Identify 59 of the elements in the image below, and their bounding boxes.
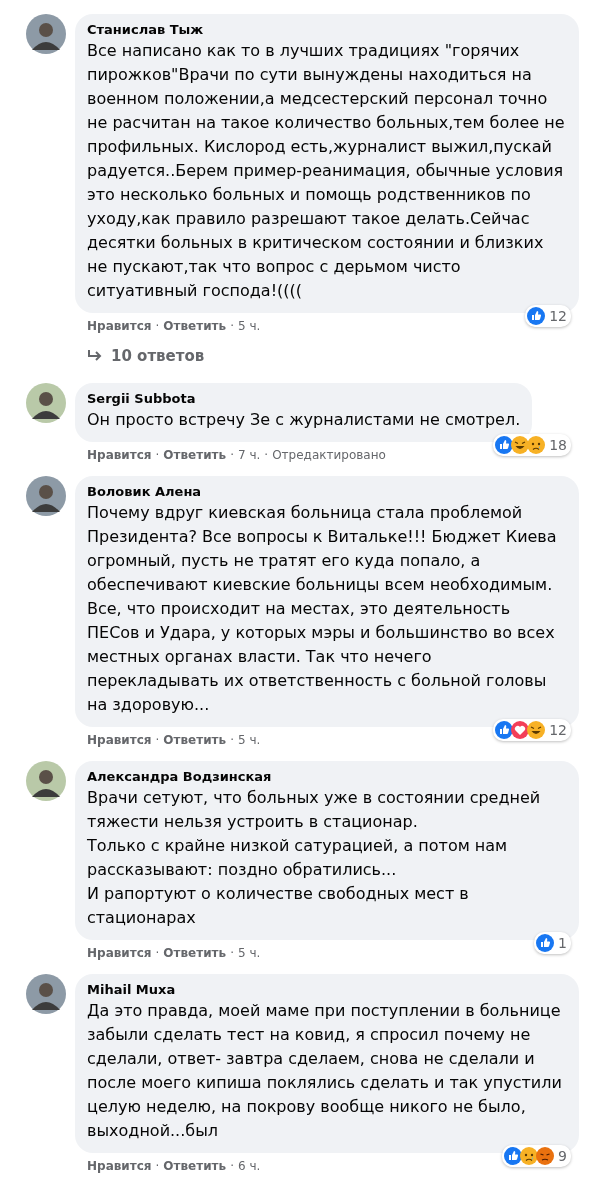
author-name[interactable]: Sergii Subbota <box>87 391 521 406</box>
reply-link[interactable]: Ответить <box>163 1159 227 1173</box>
separator-dot: · <box>230 448 234 462</box>
sad-face-icon <box>520 1147 539 1165</box>
comment-text: Почему вдруг киевская больница стала проблемой Президента? Все вопросы к Витальке!!! Бюджет Киева огромный, пусть не тратят его куда попало, а обеспечивают киевские больницы всем необходимым. Все, что происходит на местах, это деятельность ПЕСов и Удара, у которых мэры и большинство во всех местных органах власти. Так что нечего перекладывать их ответственность с больной головы на здоровую... <box>87 502 558 716</box>
separator-dot: · <box>155 319 160 333</box>
avatar[interactable] <box>26 761 66 801</box>
comment-text: Он просто встречу Зе с журналистами не смотрел. <box>87 409 521 431</box>
reply-link[interactable]: Ответить <box>163 448 227 462</box>
comment-text: Да это правда, моей маме при поступлении в больнице забыли сделать тест на ковид, я спросил почему не сделали, ответ- завтра сделаем, снова не сделали и после моего кипиша поклялись сделать и так упустили целую неделю, на покрову вообще никого не было, выходной...был <box>87 1000 563 1142</box>
timestamp[interactable]: 6 ч. <box>237 1159 261 1173</box>
reactions-badge[interactable]: 1 <box>534 932 571 954</box>
like-link[interactable]: Нравится <box>87 946 152 960</box>
thumbs-up-icon <box>495 436 514 454</box>
reply-arrow-icon <box>87 349 103 363</box>
author-name[interactable]: Воловик Алена <box>87 484 567 499</box>
separator-dot: · <box>155 946 160 960</box>
edited-label: Отредактировано <box>272 448 386 462</box>
thumbs-up-icon <box>504 1147 523 1165</box>
comment-text: Все написано как то в лучших традициях "горячих пирожков"Врачи по сути вынуждены находиться на военном положении,а медсестерский персонал точно не расчитан на такое количество больных,тем более не профильных. Кислород есть,журналист выжил,пускай радуется..Берем пример-реанимация, обычные условия это несколько больных и помощь родственников по уходу,как правило разрешают такое делать.Сейчас десятки больных в критическом состоянии и близких не пускают,так что вопрос с дерьмом чисто ситуативный господа!(((( <box>87 40 566 302</box>
like-link[interactable]: Нравится <box>87 319 152 333</box>
separator-dot: · <box>230 1159 234 1173</box>
author-name[interactable]: Александра Водзинская <box>87 769 567 784</box>
reactions-badge[interactable]: 9 <box>502 1145 571 1167</box>
timestamp[interactable]: 5 ч. <box>237 946 261 960</box>
reply-link[interactable]: Ответить <box>163 319 227 333</box>
separator-dot: · <box>155 1159 160 1173</box>
separator-dot: · <box>230 733 234 747</box>
reactions-badge[interactable]: 12 <box>525 305 571 327</box>
reactions-badge[interactable]: 18 <box>493 434 571 456</box>
timestamp[interactable]: 7 ч. <box>237 448 261 462</box>
thumbs-up-icon <box>536 934 555 952</box>
avatar[interactable] <box>26 383 66 423</box>
sad-face-icon <box>527 436 546 454</box>
separator-dot: · <box>230 946 234 960</box>
author-name[interactable]: Mihail Muxa <box>87 982 567 997</box>
like-link[interactable]: Нравится <box>87 1159 152 1173</box>
thumbs-up-icon <box>495 721 514 739</box>
timestamp[interactable]: 5 ч. <box>237 733 261 747</box>
thumbs-up-icon <box>527 307 546 325</box>
separator-dot: · <box>230 319 234 333</box>
author-name[interactable]: Станислав Тыж <box>87 22 567 37</box>
reply-link[interactable]: Ответить <box>163 733 227 747</box>
avatar[interactable] <box>26 476 66 516</box>
laughing-face-icon <box>527 721 546 739</box>
like-link[interactable]: Нравится <box>87 733 152 747</box>
angry-face-icon <box>536 1147 555 1165</box>
avatar[interactable] <box>26 974 66 1014</box>
avatar[interactable] <box>26 14 66 54</box>
separator-dot: · <box>264 448 269 462</box>
separator-dot: · <box>155 733 160 747</box>
like-link[interactable]: Нравится <box>87 448 152 462</box>
separator-dot: · <box>155 448 160 462</box>
replies-link[interactable]: 10 ответов <box>87 347 205 365</box>
reactions-badge[interactable]: 12 <box>493 719 571 741</box>
timestamp[interactable]: 5 ч. <box>237 319 261 333</box>
reply-link[interactable]: Ответить <box>163 946 227 960</box>
comment-text: Врачи сетуют, что больных уже в состоянии средней тяжести нельзя устроить в стационар. Только с крайне низкой сатурацией, а потом нам рассказывают: поздно обратились... И рапортуют о количестве свободных мест в стационарах <box>87 787 542 929</box>
laughing-face-icon <box>511 436 530 454</box>
